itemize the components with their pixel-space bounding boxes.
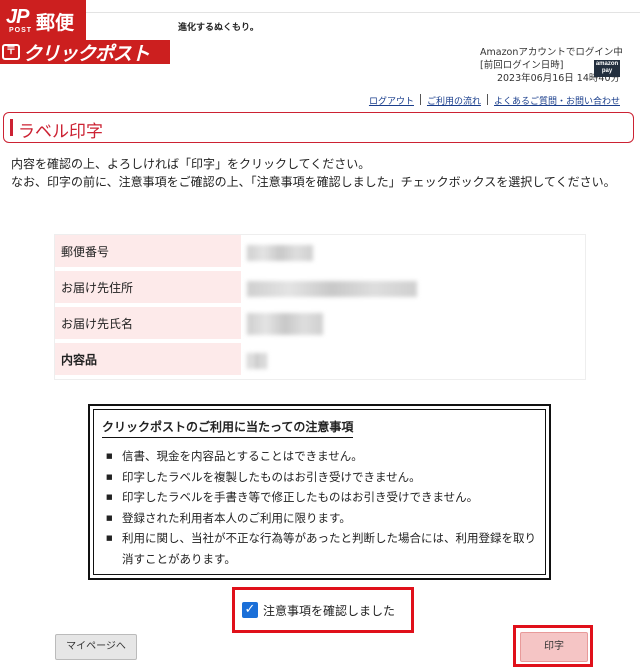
mypage-button[interactable]: マイページへ <box>55 634 137 660</box>
instruction-line-1: 内容を確認の上、よろしければ「印字」をクリックしてください。 <box>11 157 371 171</box>
notice-list: 信書、現金を内容品とすることはできません。 印字したラベルを複製したものはお引き… <box>104 446 544 569</box>
notice-box: クリックポストのご利用に当たっての注意事項 信書、現金を内容品とすることはできま… <box>88 404 551 580</box>
amazon-pay-icon: amazon pay <box>594 60 620 77</box>
link-divider <box>486 94 488 105</box>
japan-post-logo[interactable]: JP POST 郵便局 <box>0 0 86 61</box>
clickpost-logo[interactable]: 〒 クリックポスト <box>0 40 170 65</box>
instruction-line-2: なお、印字の前に、注意事項をご確認の上、「注意事項を確認しました」チェックボック… <box>11 175 616 189</box>
table-row: 郵便番号 <box>55 235 585 271</box>
notice-inner-border: クリックポストのご利用に当たっての注意事項 信書、現金を内容品とすることはできま… <box>93 409 546 575</box>
postal-code-label: 郵便番号 <box>55 235 241 269</box>
jp-mark-icon: JP <box>6 6 29 28</box>
faq-link[interactable]: よくあるご質問・お問い合わせ <box>494 94 620 107</box>
confirm-highlight: ✓ 注意事項を確認しました <box>232 587 414 633</box>
notice-title: クリックポストのご利用に当たっての注意事項 <box>102 418 354 438</box>
title-accent-bar <box>10 119 13 136</box>
usage-flow-link[interactable]: ご利用の流れ <box>427 94 481 107</box>
address-label: お届け先住所 <box>55 271 241 305</box>
instructions: 内容を確認の上、よろしければ「印字」をクリックしてください。 なお、印字の前に、… <box>11 155 626 191</box>
postal-code-value-redacted <box>247 245 313 261</box>
link-divider <box>419 94 421 105</box>
top-bar-fill <box>86 0 640 13</box>
confirm-checkbox[interactable]: ✓ <box>242 602 258 618</box>
print-button[interactable]: 印字 <box>520 632 588 662</box>
address-table: 郵便番号 お届け先住所 お届け先氏名 内容品 <box>54 234 586 380</box>
amazon-badge-line2: pay <box>601 68 613 74</box>
recipient-name-label: お届け先氏名 <box>55 307 241 341</box>
address-value-redacted <box>247 281 417 297</box>
list-item: 印字したラベルを手書き等で修正したものはお引き受けできません。 <box>104 487 544 508</box>
tagline: 進化するぬくもり。 <box>178 23 259 33</box>
table-row: お届け先住所 <box>55 271 585 307</box>
list-item: 信書、現金を内容品とすることはできません。 <box>104 446 544 467</box>
list-item: 印字したラベルを複製したものはお引き受けできません。 <box>104 467 544 488</box>
header-links: ログアウト ご利用の流れ よくあるご質問・お問い合わせ <box>369 94 620 107</box>
site-header: JP POST 郵便局 進化するぬくもり。 〒 クリックポスト Amazonアカ… <box>0 0 640 110</box>
jp-post-text: POST <box>9 27 33 34</box>
list-item: 利用に関し、当社が不正な行為等があったと判断した場合には、利用登録を取り消すこと… <box>104 528 544 569</box>
login-method: Amazonアカウントでログイン中 <box>480 47 623 58</box>
logout-link[interactable]: ログアウト <box>369 94 414 107</box>
contents-value-redacted <box>247 353 267 369</box>
amazon-badge-line1: amazon <box>595 61 619 67</box>
recipient-name-value-redacted <box>247 313 323 335</box>
confirm-checkbox-label[interactable]: 注意事項を確認しました <box>263 602 395 619</box>
page-title: ラベル印字 <box>18 122 103 142</box>
page-title-box: ラベル印字 <box>3 112 634 143</box>
print-highlight: 印字 <box>513 625 593 667</box>
table-row: お届け先氏名 <box>55 307 585 343</box>
postal-mark-icon: 〒 <box>2 44 20 60</box>
table-row: 内容品 <box>55 343 585 379</box>
list-item: 登録された利用者本人のご利用に限ります。 <box>104 508 544 529</box>
clickpost-logo-text: クリックポスト <box>23 42 150 65</box>
contents-label: 内容品 <box>55 343 241 377</box>
